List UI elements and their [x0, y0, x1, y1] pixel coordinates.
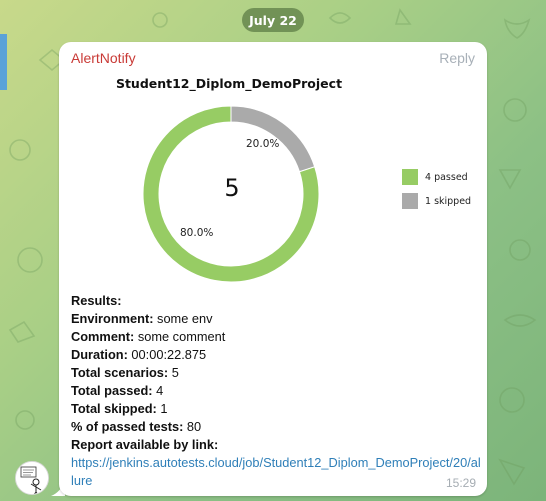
legend-swatch-skipped [402, 193, 418, 209]
legend-item-skipped: 1 skipped [402, 193, 471, 209]
comment-line: Comment: some comment [71, 329, 226, 344]
slice-label-passed: 80.0% [180, 227, 214, 239]
left-edge-indicator [0, 34, 7, 90]
legend-item-passed: 4 passed [402, 169, 468, 185]
total-scenarios-line: Total scenarios: 5 [71, 365, 179, 380]
sender-avatar[interactable] [15, 461, 49, 495]
total-passed-line: Total passed: 4 [71, 383, 164, 398]
chart-title: Student12_Diplom_DemoProject [115, 76, 343, 91]
passed-percent-line: % of passed tests: 80 [71, 419, 202, 434]
total-skipped-line: Total skipped: 1 [71, 401, 168, 416]
legend-swatch-passed [402, 169, 418, 185]
legend-label-passed: 4 passed [425, 171, 468, 183]
total-scenarios-center: 5 [224, 174, 240, 202]
environment-line: Environment: some env [71, 311, 213, 326]
report-link-heading: Report available by link: [71, 437, 219, 452]
results-heading: Results: [71, 293, 122, 308]
sender-name[interactable]: AlertNotify [71, 50, 136, 66]
message-time: 15:29 [445, 476, 476, 490]
report-link[interactable]: https://jenkins.autotests.cloud/job/Stud… [71, 454, 481, 490]
results-text: Results: Environment: some env Comment: … [71, 292, 481, 490]
date-separator: July 22 [242, 8, 304, 32]
duration-line: Duration: 00:00:22.875 [71, 347, 207, 362]
reply-button[interactable]: Reply [439, 50, 475, 66]
message-bubble[interactable]: AlertNotify Reply Student12_Diplom_DemoP… [59, 42, 487, 496]
slice-label-skipped: 20.0% [246, 138, 280, 150]
legend-label-skipped: 1 skipped [425, 195, 472, 207]
